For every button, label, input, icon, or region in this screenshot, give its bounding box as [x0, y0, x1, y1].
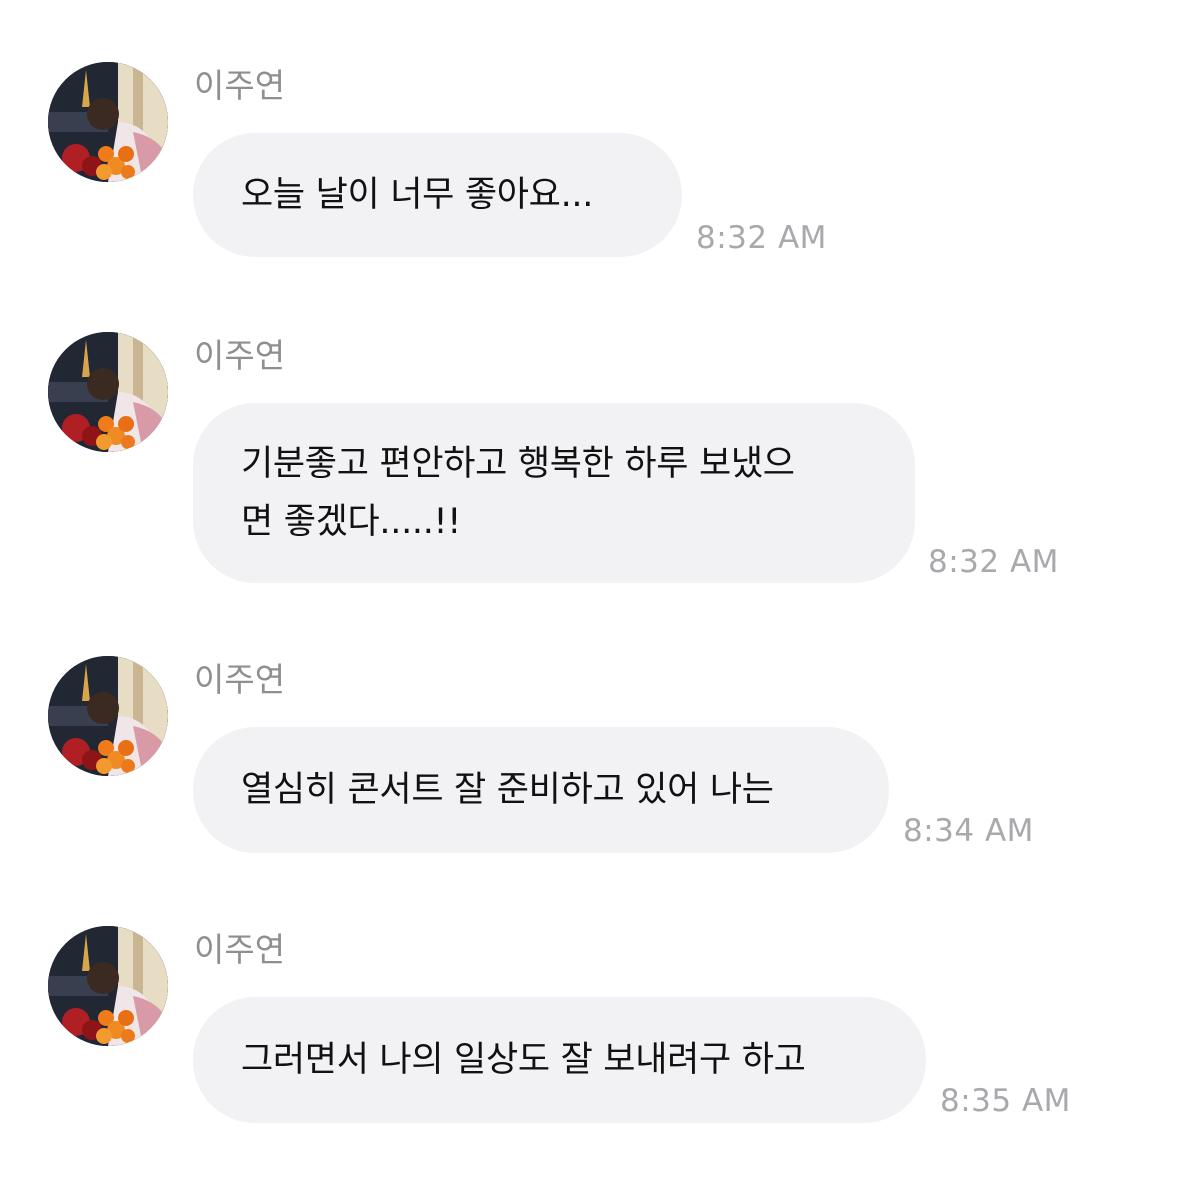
- message-bubble[interactable]: 오늘 날이 너무 좋아요...: [193, 133, 682, 257]
- message-text: 기분좋고 편안하고 행복한 하루 보냈으 면 좋겠다.....!!: [241, 444, 795, 542]
- message-text: 열심히 콘서트 잘 준비하고 있어 나는: [241, 770, 774, 810]
- message-bubble[interactable]: 기분좋고 편안하고 행복한 하루 보냈으 면 좋겠다.....!!: [193, 403, 915, 583]
- sender-name: 이주연: [194, 660, 286, 699]
- profile-photo-avatar-icon: [48, 656, 168, 776]
- sender-name: 이주연: [194, 66, 286, 105]
- message-bubble[interactable]: 그러면서 나의 일상도 잘 보내려구 하고: [193, 997, 926, 1123]
- message-timestamp: 8:32 AM: [696, 220, 827, 256]
- sender-name: 이주연: [194, 930, 286, 969]
- avatar[interactable]: [48, 926, 168, 1046]
- message-timestamp: 8:32 AM: [928, 544, 1059, 580]
- message-timestamp: 8:35 AM: [940, 1083, 1071, 1119]
- sender-name: 이주연: [194, 336, 286, 375]
- message-timestamp: 8:34 AM: [903, 813, 1034, 849]
- avatar[interactable]: [48, 656, 168, 776]
- message-bubble[interactable]: 열심히 콘서트 잘 준비하고 있어 나는: [193, 727, 889, 853]
- message-text: 그러면서 나의 일상도 잘 보내려구 하고: [241, 1040, 806, 1080]
- profile-photo-avatar-icon: [48, 62, 168, 182]
- profile-photo-avatar-icon: [48, 332, 168, 452]
- profile-photo-avatar-icon: [48, 926, 168, 1046]
- message-text: 오늘 날이 너무 좋아요...: [241, 175, 594, 215]
- avatar[interactable]: [48, 332, 168, 452]
- avatar[interactable]: [48, 62, 168, 182]
